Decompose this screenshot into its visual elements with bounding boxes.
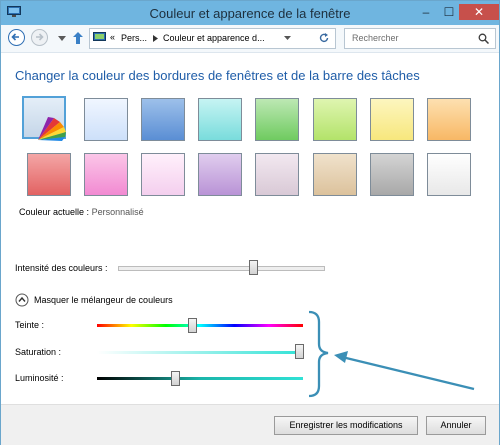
color-swatch-lavender[interactable] <box>141 153 185 196</box>
color-swatch-sun[interactable] <box>370 98 414 141</box>
luminosity-slider-track[interactable] <box>97 377 303 380</box>
forward-arrow-icon <box>36 33 44 41</box>
saturation-slider-thumb[interactable] <box>295 344 304 359</box>
minimize-icon: – <box>422 5 430 19</box>
breadcrumb-personalization[interactable]: Pers... <box>121 33 147 43</box>
chevron-right-icon <box>153 35 158 42</box>
hue-label: Teinte : <box>15 320 45 330</box>
back-button[interactable] <box>8 29 25 46</box>
intensity-slider-track[interactable] <box>118 266 325 271</box>
navigation-bar: « Pers... Couleur et apparence d... Rech… <box>1 25 499 53</box>
color-swatch-taupe[interactable] <box>255 153 299 196</box>
saturation-slider-track[interactable] <box>97 351 303 354</box>
current-color-label: Couleur actuelle : Personnalisé <box>19 207 144 217</box>
forward-button[interactable] <box>31 29 48 46</box>
annotation-brace-arrow <box>308 310 475 398</box>
luminosity-label: Luminosité : <box>15 373 64 383</box>
color-palette-icon <box>38 117 66 141</box>
address-bar[interactable]: « Pers... Couleur et apparence d... <box>89 28 336 49</box>
color-swatch-leaf[interactable] <box>255 98 299 141</box>
mixer-toggle-label[interactable]: Masquer le mélangeur de couleurs <box>34 295 173 305</box>
search-placeholder: Rechercher <box>352 33 399 43</box>
current-color-value: Personnalisé <box>91 207 144 217</box>
address-dropdown-icon[interactable] <box>284 36 291 41</box>
up-arrow-icon[interactable] <box>72 31 84 45</box>
color-swatch-twilight[interactable] <box>141 98 185 141</box>
breadcrumb-current[interactable]: Couleur et apparence d... <box>163 33 265 43</box>
hue-slider-thumb[interactable] <box>188 318 197 333</box>
control-panel-icon <box>93 32 106 41</box>
footer-bar: Enregistrer les modifications Annuler <box>1 404 499 445</box>
color-swatch-frost[interactable] <box>427 153 471 196</box>
maximize-icon: ☐ <box>443 5 455 19</box>
refresh-icon[interactable] <box>318 32 330 44</box>
history-dropdown-icon[interactable] <box>58 36 66 42</box>
color-swatch-blush[interactable] <box>27 153 71 196</box>
color-swatch-pumpkin[interactable] <box>427 98 471 141</box>
luminosity-slider-thumb[interactable] <box>171 371 180 386</box>
breadcrumb-root[interactable]: « <box>110 32 115 42</box>
intensity-label: Intensité des couleurs : <box>15 263 108 273</box>
maximize-button[interactable]: ☐ <box>438 4 460 20</box>
search-icon[interactable] <box>478 33 489 44</box>
current-color-caption: Couleur actuelle : <box>19 207 90 217</box>
back-arrow-icon <box>11 33 19 41</box>
color-swatch-slate[interactable] <box>370 153 414 196</box>
search-input[interactable]: Rechercher <box>344 28 496 49</box>
page-heading: Changer la couleur des bordures de fenêt… <box>15 68 420 83</box>
color-swatch-bubblegum[interactable] <box>84 153 128 196</box>
hue-slider-track[interactable] <box>97 324 303 327</box>
title-bar: Couleur et apparence de la fenêtre – ☐ ✕ <box>1 1 499 25</box>
cancel-button[interactable]: Annuler <box>426 416 486 435</box>
save-button[interactable]: Enregistrer les modifications <box>274 416 418 435</box>
color-swatch-chocolate[interactable] <box>313 153 357 196</box>
intensity-slider-thumb[interactable] <box>249 260 258 275</box>
collapse-mixer-icon[interactable] <box>15 293 29 307</box>
color-swatch-sky[interactable] <box>84 98 128 141</box>
color-swatch-sea[interactable] <box>198 98 242 141</box>
window: Couleur et apparence de la fenêtre – ☐ ✕ <box>0 0 500 445</box>
color-swatch-custom[interactable] <box>22 96 66 141</box>
close-icon: ✕ <box>473 5 485 19</box>
color-swatch-violet[interactable] <box>198 153 242 196</box>
close-button[interactable]: ✕ <box>459 4 499 20</box>
minimize-button[interactable]: – <box>415 4 437 20</box>
color-swatch-lime[interactable] <box>313 98 357 141</box>
saturation-label: Saturation : <box>15 347 62 357</box>
